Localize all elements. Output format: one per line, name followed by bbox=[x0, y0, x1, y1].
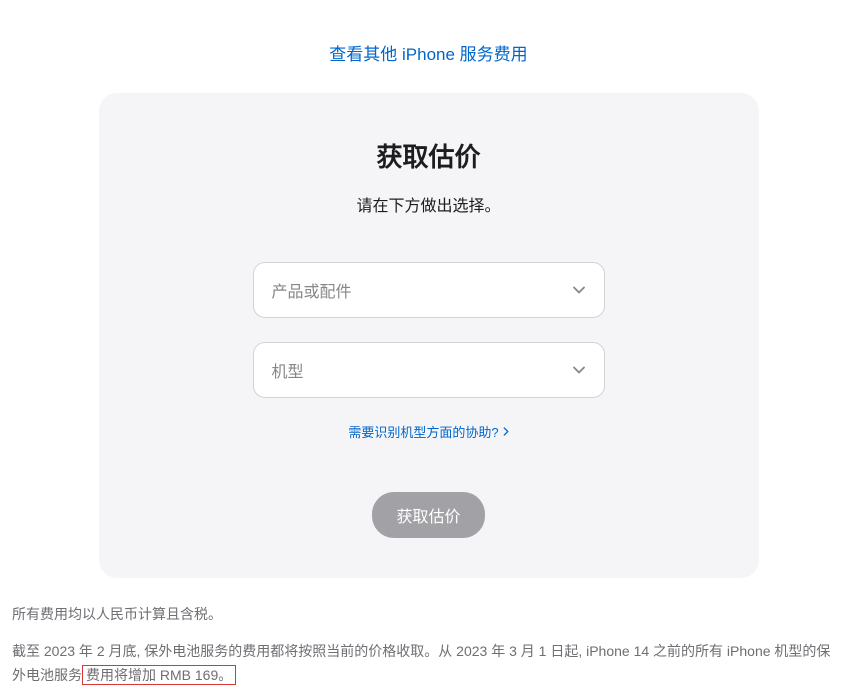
model-select-placeholder: 机型 bbox=[272, 358, 304, 382]
card-title: 获取估价 bbox=[149, 137, 709, 174]
chevron-down-icon bbox=[572, 363, 586, 377]
chevron-right-icon bbox=[503, 427, 509, 436]
identify-model-help-link[interactable]: 需要识别机型方面的协助? bbox=[348, 422, 508, 441]
help-link-label: 需要识别机型方面的协助? bbox=[348, 422, 498, 441]
product-select-placeholder: 产品或配件 bbox=[272, 278, 352, 302]
chevron-down-icon bbox=[572, 283, 586, 297]
estimate-card: 获取估价 请在下方做出选择。 产品或配件 机型 需要识别机型方面的协助? 获取估… bbox=[99, 93, 759, 578]
footnote-currency: 所有费用均以人民币计算且含税。 bbox=[12, 602, 844, 627]
footnote-price-change: 截至 2023 年 2 月底, 保外电池服务的费用都将按照当前的价格收取。从 2… bbox=[12, 639, 844, 688]
footnotes: 所有费用均以人民币计算且含税。 截至 2023 年 2 月底, 保外电池服务的费… bbox=[12, 602, 844, 688]
model-select[interactable]: 机型 bbox=[253, 342, 605, 398]
price-increase-highlight: 费用将增加 RMB 169。 bbox=[82, 665, 236, 685]
card-subtitle: 请在下方做出选择。 bbox=[149, 192, 709, 216]
other-services-link[interactable]: 查看其他 iPhone 服务费用 bbox=[329, 45, 527, 64]
product-select[interactable]: 产品或配件 bbox=[253, 262, 605, 318]
get-estimate-button[interactable]: 获取估价 bbox=[372, 492, 484, 538]
